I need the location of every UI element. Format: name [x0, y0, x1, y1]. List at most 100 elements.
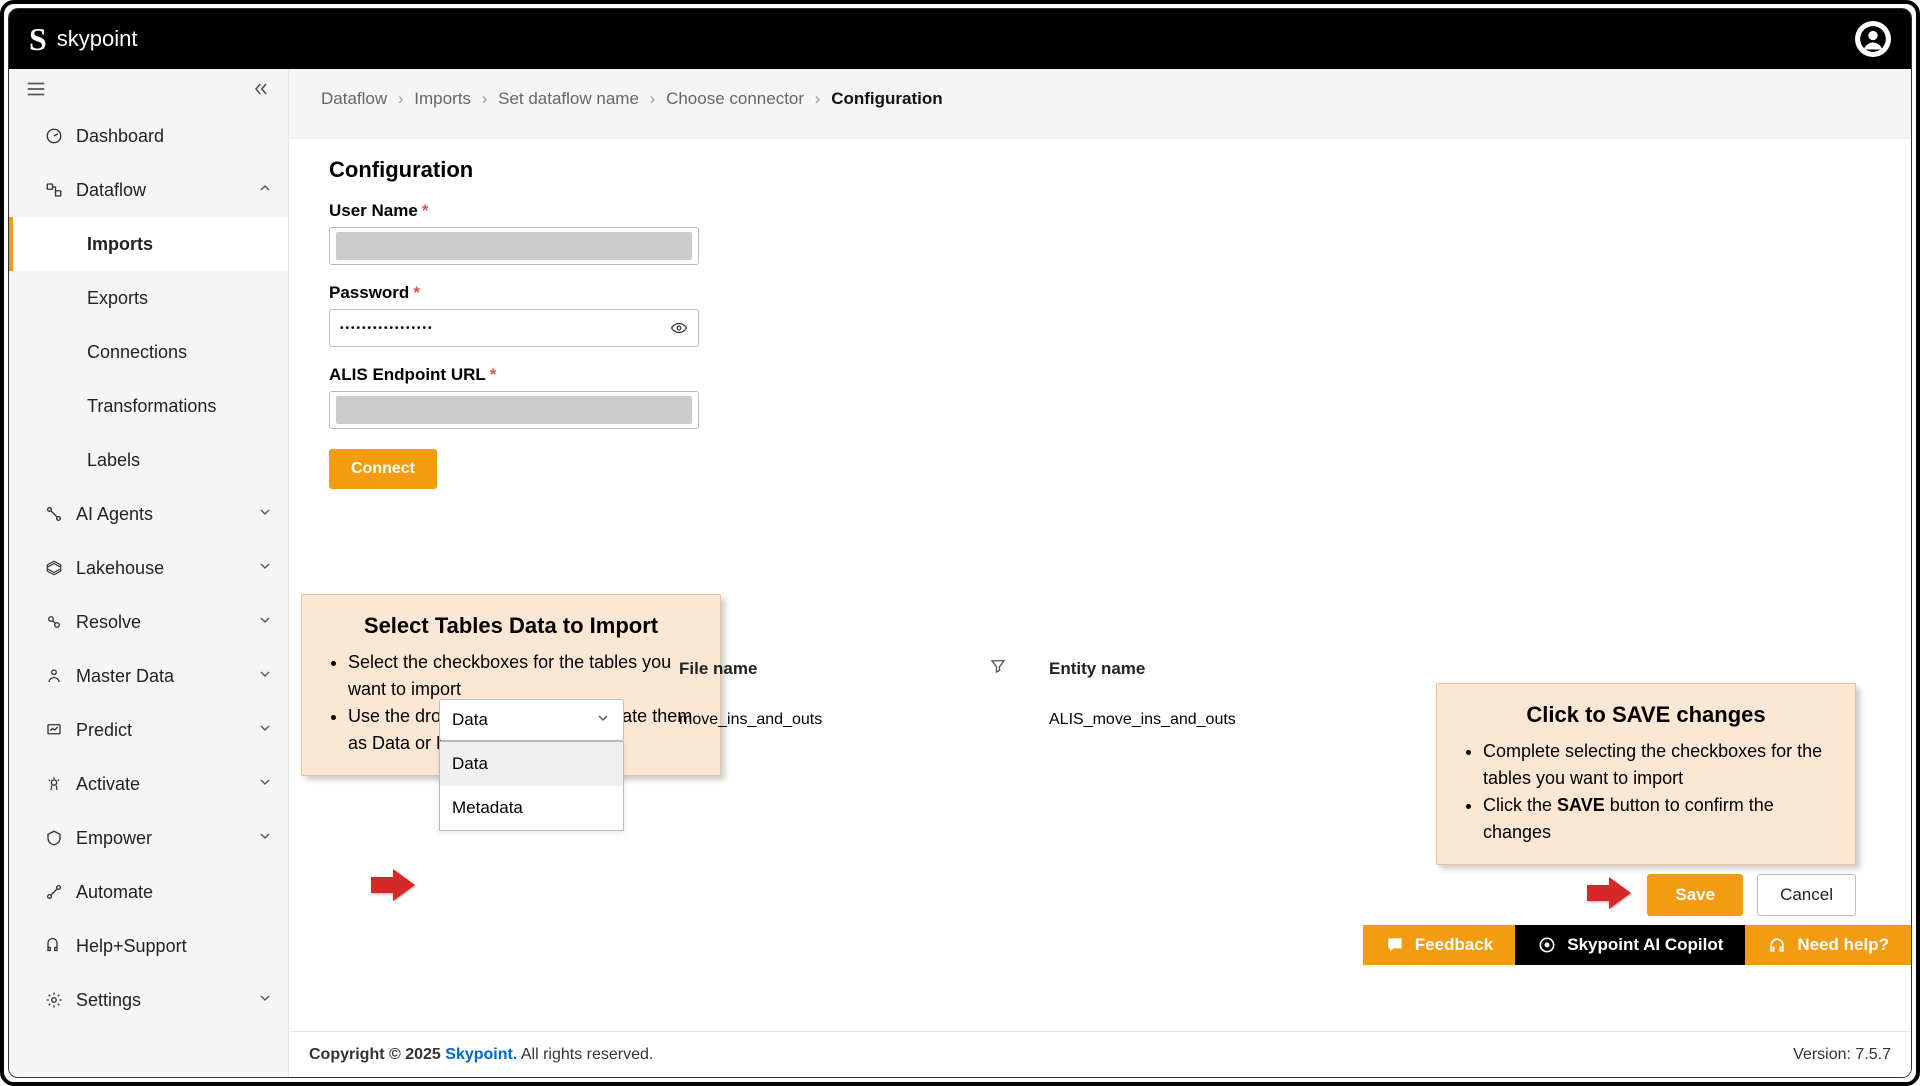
- sidebar-item-master-data[interactable]: Master Data: [9, 649, 288, 703]
- brand-logo: S: [29, 21, 47, 58]
- annotation-arrow-icon: [369, 867, 417, 908]
- callout-save: Click to SAVE changes Complete selecting…: [1436, 683, 1856, 865]
- username-input[interactable]: [329, 227, 699, 265]
- sidebar-subitem-imports[interactable]: Imports: [9, 217, 288, 271]
- chevron-down-icon: [257, 558, 273, 579]
- sidebar-subitem-exports[interactable]: Exports: [9, 271, 288, 325]
- footer: Copyright © 2025 Skypoint. All rights re…: [289, 1031, 1911, 1077]
- dropdown-option-data[interactable]: Data: [440, 742, 623, 786]
- eye-icon[interactable]: [670, 319, 688, 337]
- cell-file: move_ins_and_outs: [679, 711, 989, 729]
- empower-icon: [44, 828, 64, 848]
- annotation-arrow-icon: [1585, 875, 1633, 916]
- brand-name: skypoint: [57, 26, 138, 52]
- sidebar-item-resolve[interactable]: Resolve: [9, 595, 288, 649]
- dropdown-value: Data: [452, 710, 488, 730]
- sidebar-item-automate[interactable]: Automate: [9, 865, 288, 919]
- breadcrumb-link[interactable]: Choose connector: [666, 89, 804, 108]
- skypoint-link[interactable]: Skypoint.: [445, 1046, 517, 1063]
- filter-icon[interactable]: [989, 657, 1007, 680]
- feedback-button[interactable]: Feedback: [1363, 925, 1515, 965]
- sidebar-item-help-support[interactable]: Help+Support: [9, 919, 288, 973]
- sidebar-subitem-label: Imports: [87, 234, 153, 255]
- collapse-sidebar-icon[interactable]: [249, 77, 273, 101]
- purpose-dropdown-list: Data Metadata: [439, 741, 624, 831]
- copilot-button[interactable]: Skypoint AI Copilot: [1515, 925, 1745, 965]
- sidebar-item-activate[interactable]: Activate: [9, 757, 288, 811]
- chevron-down-icon: [257, 666, 273, 687]
- dataflow-icon: [44, 180, 64, 200]
- copilot-label: Skypoint AI Copilot: [1567, 935, 1723, 955]
- automate-icon: [44, 882, 64, 902]
- chat-icon: [1385, 935, 1405, 955]
- sidebar-item-dashboard[interactable]: Dashboard: [9, 109, 288, 163]
- header-file[interactable]: File name: [679, 659, 989, 679]
- sidebar-item-label: Predict: [76, 720, 245, 741]
- callout-title: Select Tables Data to Import: [326, 613, 696, 639]
- callout-bullet: Complete selecting the checkboxes for th…: [1483, 738, 1831, 792]
- password-input[interactable]: •••••••••••••••••: [329, 309, 699, 347]
- username-label: User Name*: [329, 201, 1871, 221]
- header-entity[interactable]: Entity name: [1049, 659, 1871, 679]
- copilot-icon: [1537, 935, 1557, 955]
- sidebar-item-label: Master Data: [76, 666, 245, 687]
- sidebar-subitem-label: Connections: [87, 342, 187, 363]
- sidebar-subitem-label: Transformations: [87, 396, 216, 417]
- feedback-label: Feedback: [1415, 935, 1493, 955]
- chevron-down-icon: [257, 828, 273, 849]
- chevron-down-icon: [257, 504, 273, 525]
- sidebar-subitem-label: Labels: [87, 450, 140, 471]
- breadcrumb-link[interactable]: Set dataflow name: [498, 89, 639, 108]
- sidebar-subitem-connections[interactable]: Connections: [9, 325, 288, 379]
- headset-icon: [1767, 935, 1787, 955]
- save-button[interactable]: Save: [1647, 874, 1743, 916]
- chevron-down-icon: [257, 720, 273, 741]
- dropdown-option-metadata[interactable]: Metadata: [440, 786, 623, 830]
- top-bar: S skypoint: [9, 9, 1911, 69]
- avatar[interactable]: [1855, 21, 1891, 57]
- url-input[interactable]: [329, 391, 699, 429]
- password-label: Password*: [329, 283, 1871, 303]
- sidebar-subitem-labels[interactable]: Labels: [9, 433, 288, 487]
- content: Dataflow › Imports › Set dataflow name ›…: [289, 69, 1911, 1077]
- sidebar: Dashboard Dataflow Imports Exports Conne…: [9, 69, 289, 1077]
- chevron-down-icon: [257, 612, 273, 633]
- resolve-icon: [44, 612, 64, 632]
- url-label: ALIS Endpoint URL*: [329, 365, 1871, 385]
- sidebar-item-label: Automate: [76, 882, 273, 903]
- sidebar-item-settings[interactable]: Settings: [9, 973, 288, 1027]
- breadcrumb-link[interactable]: Dataflow: [321, 89, 387, 108]
- need-help-button[interactable]: Need help?: [1745, 925, 1911, 965]
- callout-bullet: Select the checkboxes for the tables you…: [348, 649, 696, 703]
- sidebar-item-label: Resolve: [76, 612, 245, 633]
- chevron-down-icon: [257, 774, 273, 795]
- dashboard-icon: [44, 126, 64, 146]
- chevron-right-icon: ›: [482, 89, 488, 108]
- sidebar-subitem-label: Exports: [87, 288, 148, 309]
- sidebar-item-predict[interactable]: Predict: [9, 703, 288, 757]
- breadcrumb-link[interactable]: Imports: [414, 89, 471, 108]
- chevron-right-icon: ›: [815, 89, 821, 108]
- sidebar-item-label: Dashboard: [76, 126, 273, 147]
- chevron-right-icon: ›: [398, 89, 404, 108]
- need-help-label: Need help?: [1797, 935, 1889, 955]
- sidebar-item-lakehouse[interactable]: Lakehouse: [9, 541, 288, 595]
- sidebar-item-label: AI Agents: [76, 504, 245, 525]
- hamburger-icon[interactable]: [24, 77, 48, 101]
- sidebar-item-label: Lakehouse: [76, 558, 245, 579]
- sidebar-item-ai-agents[interactable]: AI Agents: [9, 487, 288, 541]
- copyright-text: Copyright © 2025: [309, 1046, 445, 1063]
- sidebar-item-empower[interactable]: Empower: [9, 811, 288, 865]
- master-data-icon: [44, 666, 64, 686]
- cancel-button[interactable]: Cancel: [1757, 874, 1856, 916]
- config-panel: Configuration User Name* Password* •••••…: [289, 139, 1911, 1077]
- sidebar-item-dataflow[interactable]: Dataflow: [9, 163, 288, 217]
- sidebar-subitem-transformations[interactable]: Transformations: [9, 379, 288, 433]
- connect-button[interactable]: Connect: [329, 449, 437, 489]
- ai-agents-icon: [44, 504, 64, 524]
- breadcrumb-current: Configuration: [831, 89, 942, 108]
- rights-text: All rights reserved.: [521, 1046, 654, 1063]
- chevron-up-icon: [257, 180, 273, 201]
- purpose-dropdown[interactable]: Data: [439, 699, 624, 741]
- callout-bullet: Click the SAVE button to confirm the cha…: [1483, 792, 1831, 846]
